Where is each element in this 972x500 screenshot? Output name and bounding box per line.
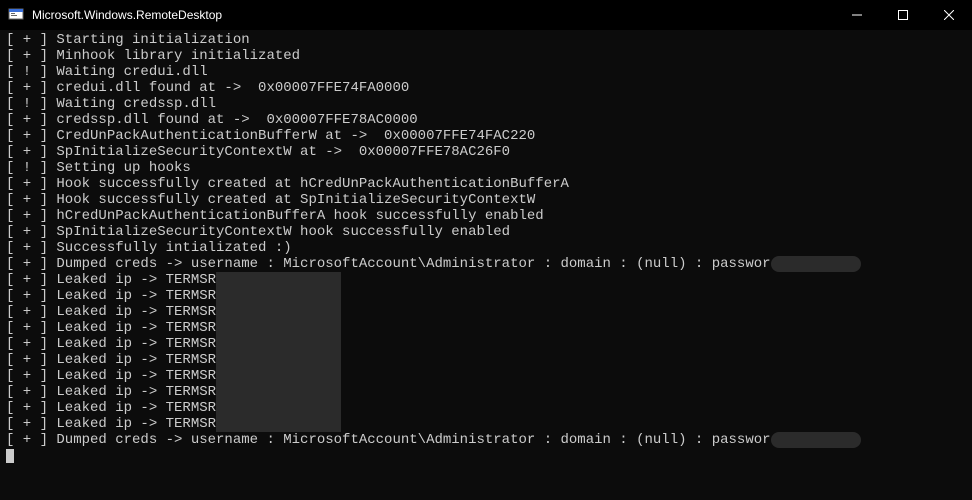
terminal-line: [ + ] Leaked ip -> TERMSRV/ — [6, 416, 966, 432]
terminal-line: [ + ] Starting initialization — [6, 32, 966, 48]
terminal-line-text: [ + ] Leaked ip -> TERMSRV/ — [6, 336, 233, 352]
terminal-line: [ ! ] Setting up hooks — [6, 160, 966, 176]
terminal-line-text: [ + ] Leaked ip -> TERMSRV/ — [6, 416, 233, 432]
terminal-line-text: [ + ] Hook successfully created at hCred… — [6, 176, 569, 192]
app-icon — [8, 7, 24, 23]
terminal-line: [ + ] Leaked ip -> TERMSRV/ — [6, 400, 966, 416]
redaction-overlay — [216, 400, 341, 416]
redaction-overlay — [216, 320, 341, 336]
titlebar[interactable]: Microsoft.Windows.RemoteDesktop — [0, 0, 972, 30]
terminal-line-text: [ + ] Leaked ip -> TERMSRV/2 — [6, 320, 241, 336]
window-title: Microsoft.Windows.RemoteDesktop — [32, 8, 222, 22]
redaction-overlay — [216, 272, 341, 288]
terminal-line-text: [ + ] CredUnPackAuthenticationBufferW at… — [6, 128, 535, 144]
terminal-content[interactable]: [ + ] Starting initialization[ + ] Minho… — [0, 30, 972, 500]
terminal-line: [ + ] Successfully intializated :) — [6, 240, 966, 256]
terminal-line: [ + ] Hook successfully created at hCred… — [6, 176, 966, 192]
terminal-line: [ + ] Leaked ip -> TERMSRV/ — [6, 368, 966, 384]
redaction-overlay — [216, 368, 341, 384]
maximize-button[interactable] — [880, 0, 926, 30]
terminal-line-text: [ + ] Leaked ip -> TERMSRV/ — [6, 352, 233, 368]
redaction-overlay — [216, 336, 341, 352]
terminal-line-text: [ + ] credssp.dll found at -> 0x00007FFE… — [6, 112, 418, 128]
terminal-line-text: [ + ] Leaked ip -> TERMSRV/ — [6, 368, 233, 384]
terminal-line-text: [ + ] Dumped creds -> username : Microso… — [6, 432, 804, 448]
terminal-line-text: [ + ] Leaked ip -> TERMSRV/ — [6, 400, 233, 416]
cursor-icon — [6, 449, 14, 463]
terminal-line: [ ! ] Waiting credssp.dll — [6, 96, 966, 112]
terminal-line: [ ! ] Waiting credui.dll — [6, 64, 966, 80]
terminal-line: [ + ] CredUnPackAuthenticationBufferW at… — [6, 128, 966, 144]
terminal-line: [ + ] Leaked ip -> TERMSRV/2 — [6, 304, 966, 320]
terminal-line-text: [ + ] Leaked ip -> TERMSRV/ — [6, 272, 233, 288]
close-button[interactable] — [926, 0, 972, 30]
terminal-line: [ + ] Leaked ip -> TERMSRV/ — [6, 272, 966, 288]
redaction-overlay — [771, 432, 861, 448]
terminal-line: [ + ] credui.dll found at -> 0x00007FFE7… — [6, 80, 966, 96]
terminal-line: [ + ] Leaked ip -> TERMSRV/ — [6, 384, 966, 400]
terminal-line-text: [ + ] Leaked ip -> TERMSRV/2 — [6, 288, 241, 304]
terminal-line: [ + ] Dumped creds -> username : Microso… — [6, 432, 966, 448]
redaction-overlay — [216, 352, 341, 368]
redaction-overlay — [216, 384, 341, 400]
terminal-line-text: [ + ] credui.dll found at -> 0x00007FFE7… — [6, 80, 409, 96]
terminal-line: [ + ] SpInitializeSecurityContextW hook … — [6, 224, 966, 240]
redaction-overlay — [771, 256, 861, 272]
terminal-line-text: [ ! ] Waiting credui.dll — [6, 64, 208, 80]
minimize-button[interactable] — [834, 0, 880, 30]
terminal-line: [ + ] Minhook library initializated — [6, 48, 966, 64]
terminal-line: [ + ] hCredUnPackAuthenticationBufferA h… — [6, 208, 966, 224]
redaction-overlay — [216, 416, 341, 432]
terminal-line-text: [ + ] Hook successfully created at SpIni… — [6, 192, 535, 208]
terminal-line-text: [ + ] hCredUnPackAuthenticationBufferA h… — [6, 208, 544, 224]
terminal-line-text: [ ! ] Setting up hooks — [6, 160, 191, 176]
terminal-line-text: [ + ] SpInitializeSecurityContextW at ->… — [6, 144, 510, 160]
terminal-line-text: [ + ] Leaked ip -> TERMSRV/ — [6, 384, 233, 400]
redaction-overlay — [216, 304, 341, 320]
terminal-line: [ + ] Leaked ip -> TERMSRV/2 — [6, 288, 966, 304]
terminal-line: [ + ] Leaked ip -> TERMSRV/ — [6, 336, 966, 352]
terminal-line: [ + ] Hook successfully created at SpIni… — [6, 192, 966, 208]
terminal-line-text: [ + ] Leaked ip -> TERMSRV/2 — [6, 304, 241, 320]
redaction-overlay — [216, 288, 341, 304]
terminal-line: [ + ] Leaked ip -> TERMSRV/2 — [6, 320, 966, 336]
terminal-cursor-line — [6, 448, 966, 464]
terminal-line-text: [ + ] SpInitializeSecurityContextW hook … — [6, 224, 510, 240]
terminal-line: [ + ] Dumped creds -> username : Microso… — [6, 256, 966, 272]
terminal-line: [ + ] credssp.dll found at -> 0x00007FFE… — [6, 112, 966, 128]
terminal-line-text: [ ! ] Waiting credssp.dll — [6, 96, 216, 112]
terminal-line: [ + ] Leaked ip -> TERMSRV/ — [6, 352, 966, 368]
terminal-line-text: [ + ] Minhook library initializated — [6, 48, 300, 64]
terminal-line-text: [ + ] Successfully intializated :) — [6, 240, 292, 256]
terminal-line: [ + ] SpInitializeSecurityContextW at ->… — [6, 144, 966, 160]
app-window: Microsoft.Windows.RemoteDesktop [ + ] St… — [0, 0, 972, 500]
terminal-line-text: [ + ] Dumped creds -> username : Microso… — [6, 256, 804, 272]
terminal-line-text: [ + ] Starting initialization — [6, 32, 250, 48]
